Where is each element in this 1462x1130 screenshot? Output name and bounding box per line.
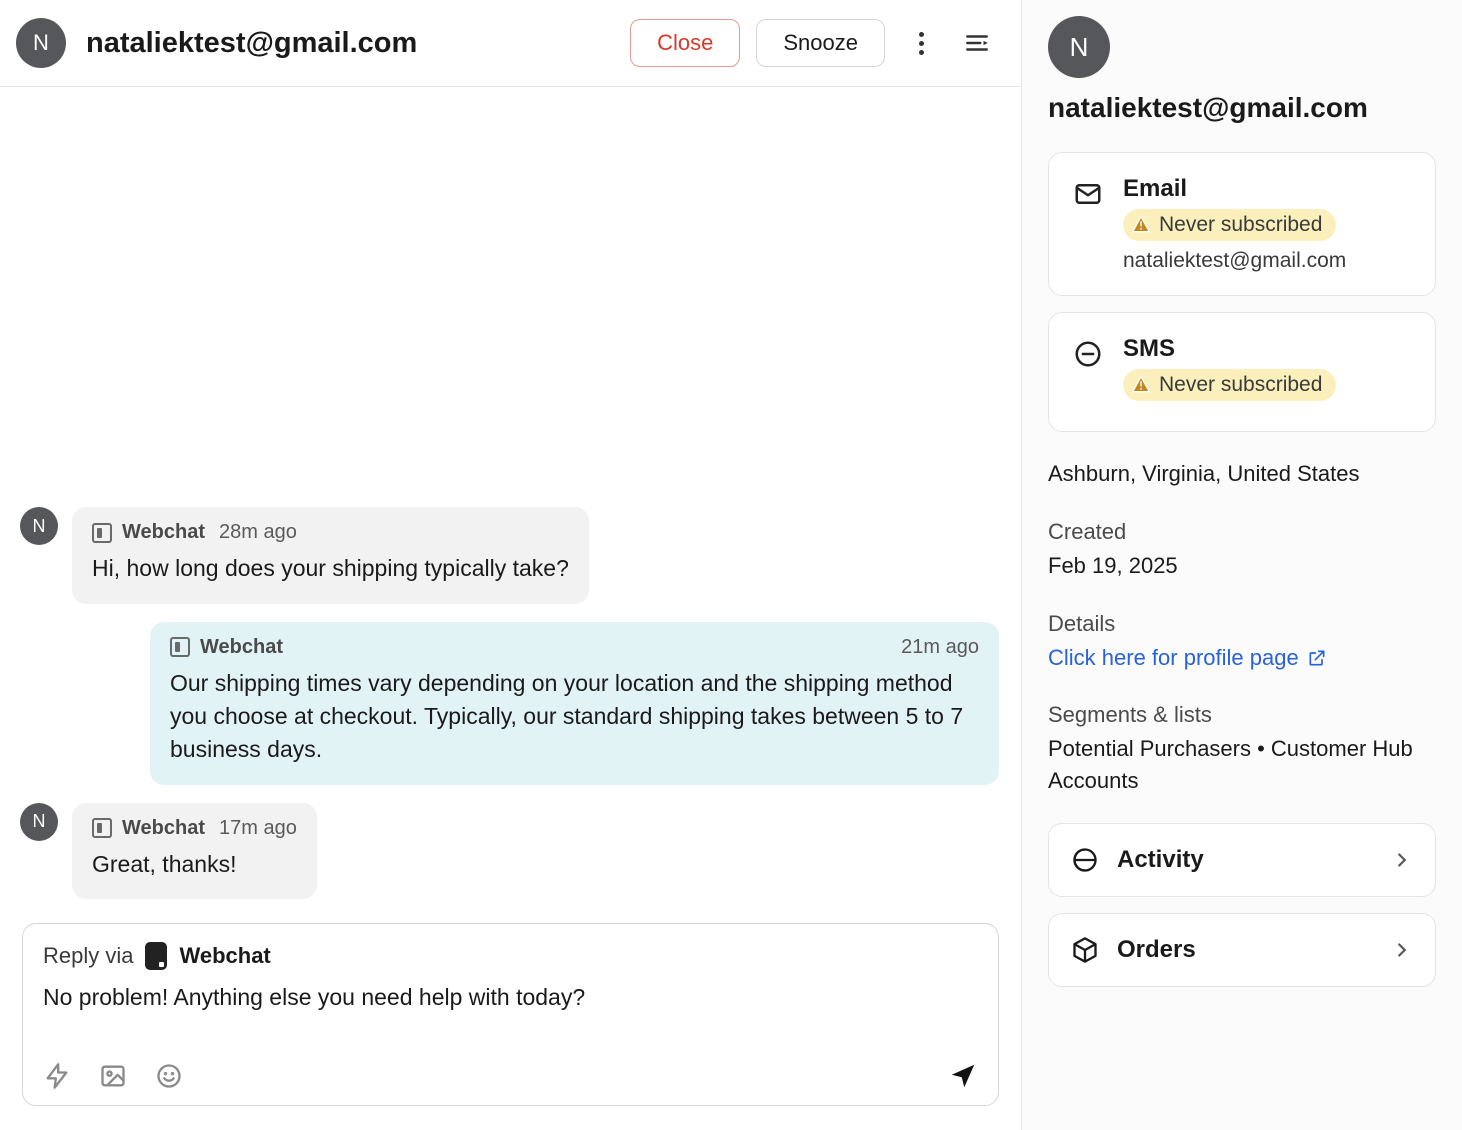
message-avatar: N xyxy=(20,803,58,841)
reply-composer: Reply via Webchat xyxy=(22,923,999,1106)
customer-sidebar: N nataliektest@gmail.com Email Never sub… xyxy=(1022,0,1462,1130)
message-body: Great, thanks! xyxy=(92,848,297,881)
message-body: Hi, how long does your shipping typicall… xyxy=(92,552,569,585)
conversation-header: N nataliektest@gmail.com Close Snooze xyxy=(0,0,1021,87)
reply-textarea[interactable] xyxy=(43,984,978,1038)
details-label: Details xyxy=(1048,608,1436,640)
activity-nav-card[interactable]: Activity xyxy=(1048,823,1436,897)
send-button[interactable] xyxy=(948,1061,978,1091)
ai-suggest-button[interactable] xyxy=(43,1062,71,1090)
created-date: Feb 19, 2025 xyxy=(1048,550,1436,582)
warning-icon xyxy=(1131,215,1151,235)
warning-icon xyxy=(1131,375,1151,395)
snooze-button[interactable]: Snooze xyxy=(756,19,885,67)
lightning-icon xyxy=(43,1062,71,1090)
panel-collapse-icon xyxy=(964,30,990,56)
customer-location: Ashburn, Virginia, United States xyxy=(1048,458,1436,490)
orders-nav-card[interactable]: Orders xyxy=(1048,913,1436,987)
image-icon xyxy=(99,1062,127,1090)
message-list: N Webchat 28m ago Hi, how long does your… xyxy=(0,87,1021,923)
message-channel: Webchat xyxy=(122,817,205,840)
sms-channel-card: SMS Never subscribed xyxy=(1048,312,1436,432)
segments-label: Segments & lists xyxy=(1048,699,1436,731)
emoji-button[interactable] xyxy=(155,1062,183,1090)
message-body: Our shipping times vary depending on you… xyxy=(170,667,979,767)
sidebar-customer-name: nataliektest@gmail.com xyxy=(1048,92,1436,124)
webchat-icon xyxy=(92,523,112,543)
header-avatar: N xyxy=(16,18,66,68)
message-incoming: N Webchat 28m ago Hi, how long does your… xyxy=(20,507,999,603)
smile-icon xyxy=(155,1062,183,1090)
message-channel: Webchat xyxy=(122,521,205,544)
message-avatar: N xyxy=(20,507,58,545)
webchat-icon xyxy=(92,818,112,838)
header-customer-email: nataliektest@gmail.com xyxy=(86,27,614,60)
message-timestamp: 28m ago xyxy=(219,521,297,544)
sms-icon xyxy=(1071,335,1105,409)
mail-icon xyxy=(1071,175,1105,273)
send-icon xyxy=(948,1061,978,1091)
reply-channel-selector[interactable]: Webchat xyxy=(179,943,270,969)
webchat-chip-icon xyxy=(145,942,167,970)
external-link-icon xyxy=(1307,648,1327,668)
sidebar-avatar: N xyxy=(1048,16,1110,78)
sms-card-title: SMS xyxy=(1123,335,1336,363)
message-incoming: N Webchat 17m ago Great, thanks! xyxy=(20,803,999,899)
chevron-right-icon xyxy=(1391,939,1413,961)
more-actions-button[interactable] xyxy=(901,23,941,63)
toggle-sidebar-button[interactable] xyxy=(957,23,997,63)
webchat-icon xyxy=(170,637,190,657)
email-subscription-badge: Never subscribed xyxy=(1123,209,1336,241)
message-channel: Webchat xyxy=(200,636,283,659)
close-button[interactable]: Close xyxy=(630,19,740,67)
sms-subscription-badge: Never subscribed xyxy=(1123,369,1336,401)
profile-page-link[interactable]: Click here for profile page xyxy=(1048,642,1327,674)
chevron-right-icon xyxy=(1391,849,1413,871)
reply-via-label: Reply via xyxy=(43,943,133,969)
message-timestamp: 17m ago xyxy=(219,817,297,840)
email-card-address: nataliektest@gmail.com xyxy=(1123,249,1346,273)
segments-value: Potential Purchasers • Customer Hub Acco… xyxy=(1048,733,1436,797)
message-timestamp: 21m ago xyxy=(901,636,979,659)
created-label: Created xyxy=(1048,516,1436,548)
message-outgoing: Webchat 21m ago Our shipping times vary … xyxy=(20,622,999,785)
email-card-title: Email xyxy=(1123,175,1346,203)
more-vertical-icon xyxy=(919,32,924,55)
package-icon xyxy=(1071,936,1099,964)
activity-icon xyxy=(1071,846,1099,874)
attach-image-button[interactable] xyxy=(99,1062,127,1090)
email-channel-card: Email Never subscribed nataliektest@gmai… xyxy=(1048,152,1436,296)
